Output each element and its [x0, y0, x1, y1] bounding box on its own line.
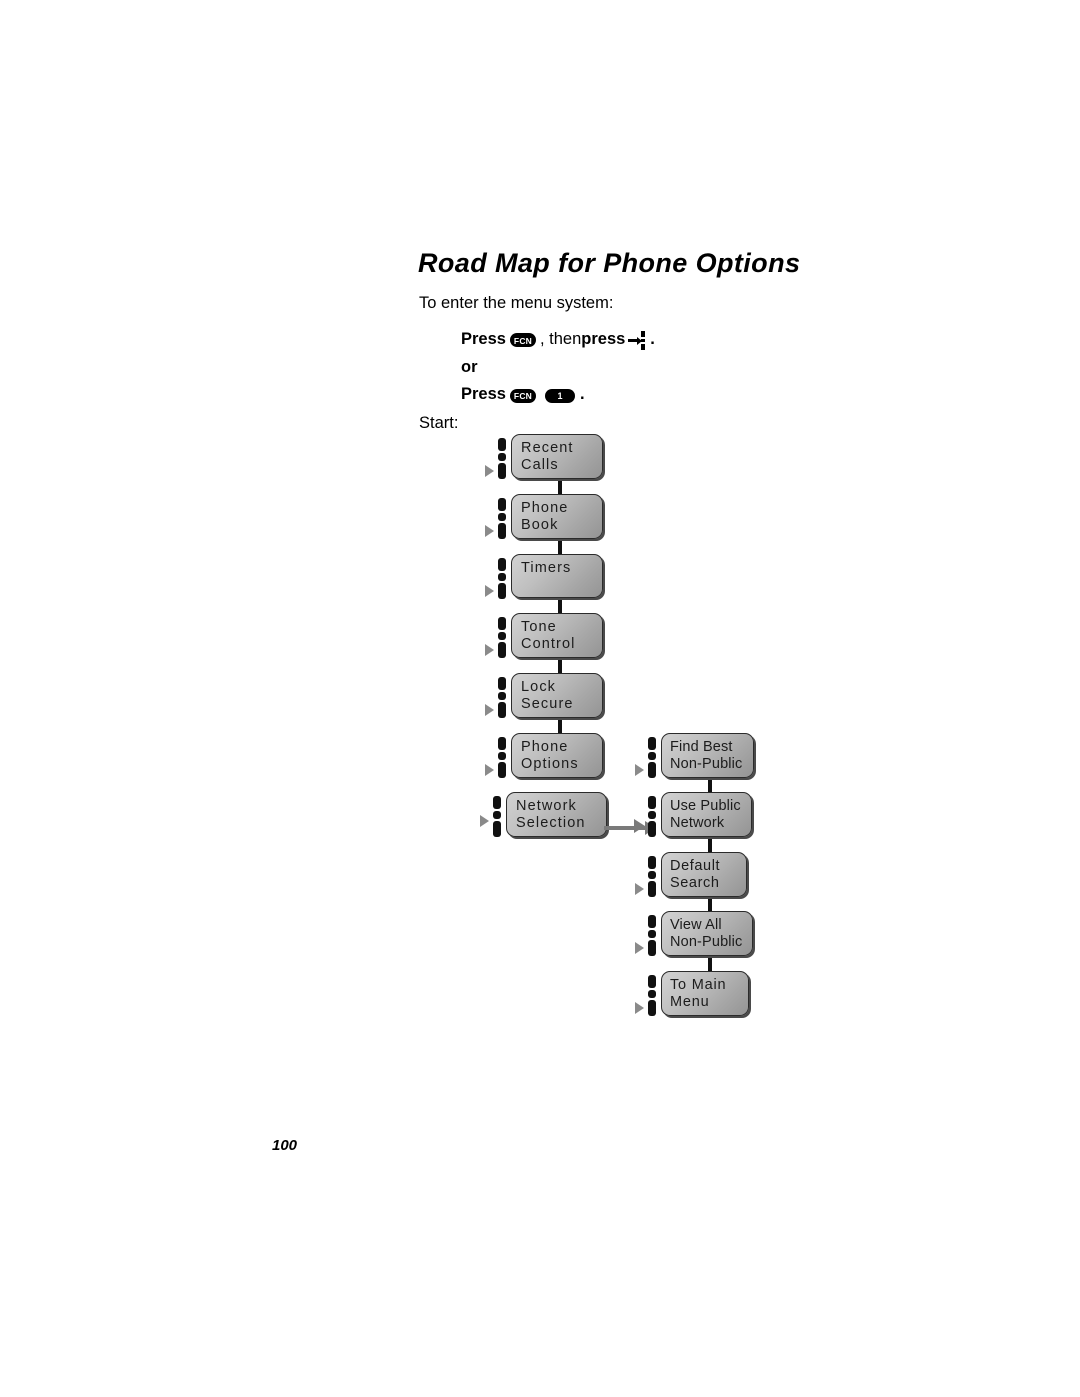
- node-line-2: Selection: [516, 815, 586, 832]
- submenu-node-label: View All Non-Public: [661, 911, 753, 956]
- menu-node-label: Network Selection: [506, 792, 607, 837]
- nav-key-icon: [643, 794, 659, 840]
- nav-key-icon: [485, 556, 509, 602]
- node-line-1: Phone: [521, 500, 569, 516]
- submenu-node-label: To Main Menu: [661, 971, 749, 1016]
- node-line-1: Lock: [521, 679, 557, 695]
- nav-key-icon: [485, 496, 509, 542]
- menu-node-label: Recent Calls: [511, 434, 603, 479]
- nav-key-icon: [485, 436, 509, 482]
- phone-options-road-map-diagram: Recent Calls Phone Book Timers Tone Cont…: [0, 0, 1080, 1397]
- node-line-1: To Main: [670, 977, 727, 993]
- menu-node-label: Phone Options: [511, 733, 603, 778]
- node-line-1: Phone: [521, 739, 569, 755]
- node-line-2: Search: [670, 875, 720, 892]
- node-line-2: Options: [521, 756, 579, 773]
- node-line-1: Tone: [521, 619, 557, 635]
- node-line-2: Non-Public: [670, 934, 743, 951]
- incoming-arrow-icon: [634, 819, 645, 833]
- submenu-node-label: Find Best Non-Public: [661, 733, 754, 778]
- node-line-2: Network: [670, 815, 725, 832]
- node-line-2: Secure: [521, 696, 574, 713]
- node-line-1: Timers: [521, 560, 572, 576]
- node-line-2: Non-Public: [670, 756, 743, 773]
- menu-node-label: Phone Book: [511, 494, 603, 539]
- nav-key-icon: [485, 615, 509, 661]
- page-number: 100: [272, 1137, 298, 1154]
- node-line-1: Use Public: [670, 798, 741, 814]
- nav-key-icon: [485, 735, 509, 781]
- node-line-1: Default: [670, 858, 721, 874]
- submenu-node-label: Default Search: [661, 852, 747, 897]
- nav-key-icon: [635, 735, 659, 781]
- node-line-2: Book: [521, 517, 559, 534]
- nav-key-icon: [635, 854, 659, 900]
- nav-key-icon: [485, 675, 509, 721]
- node-line-1: Network: [516, 798, 577, 814]
- node-line-2: Menu: [670, 994, 710, 1011]
- node-line-1: View All: [670, 917, 722, 933]
- nav-key-icon: [635, 913, 659, 959]
- node-line-2: Calls: [521, 457, 559, 474]
- node-line-1: Find Best: [670, 739, 733, 755]
- menu-node-label: Lock Secure: [511, 673, 603, 718]
- node-line-1: Recent: [521, 440, 574, 456]
- menu-node-label: Tone Control: [511, 613, 603, 658]
- submenu-node-label: Use Public Network: [661, 792, 752, 837]
- nav-key-icon: [480, 794, 504, 840]
- menu-node-label: Timers: [511, 554, 603, 598]
- node-line-2: Control: [521, 636, 576, 653]
- nav-key-icon: [635, 973, 659, 1019]
